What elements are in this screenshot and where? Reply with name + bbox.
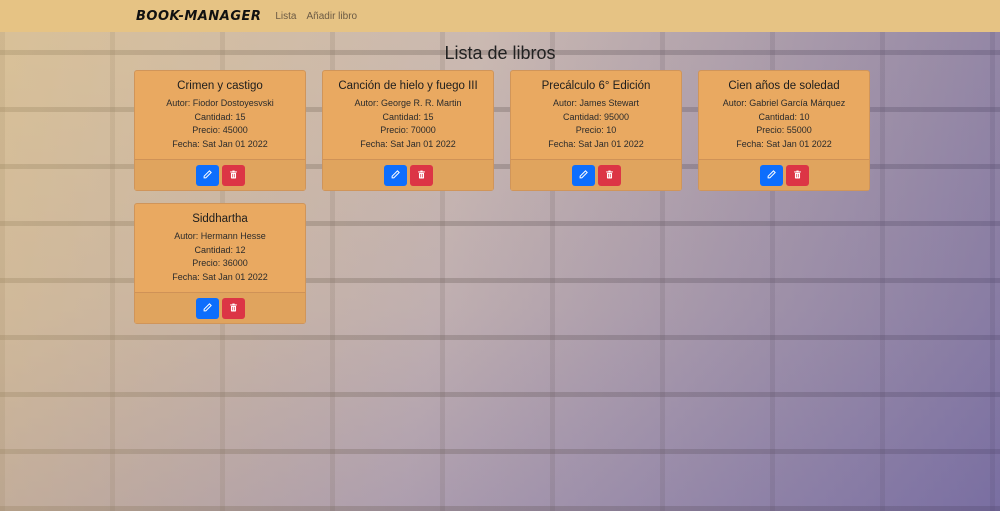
- book-author: Autor: Fiodor Dostoyesvski: [166, 98, 274, 108]
- page-title: Lista de libros: [444, 43, 556, 63]
- book-price: Precio: 45000: [192, 125, 248, 136]
- pencil-icon: [203, 299, 212, 317]
- card-actions: [699, 159, 869, 190]
- pencil-icon: [391, 166, 400, 184]
- book-author: Autor: Hermann Hesse: [174, 231, 266, 241]
- pencil-icon: [767, 166, 776, 184]
- book-quantity: Cantidad: 15: [194, 111, 246, 122]
- delete-button[interactable]: [785, 164, 809, 186]
- book-date: Fecha: Sat Jan 01 2022: [172, 271, 268, 282]
- book-quantity: Cantidad: 12: [194, 244, 246, 255]
- book-date: Fecha: Sat Jan 01 2022: [548, 138, 644, 149]
- book-card: Crimen y castigo Autor: Fiodor Dostoyesvs…: [134, 70, 306, 191]
- card-actions: [135, 292, 305, 323]
- delete-button[interactable]: [597, 164, 621, 186]
- book-author: Autor: George R. R. Martin: [354, 98, 462, 108]
- book-price: Precio: 70000: [380, 125, 436, 136]
- edit-button[interactable]: [571, 164, 595, 186]
- trash-icon: [417, 166, 426, 184]
- delete-button[interactable]: [409, 164, 433, 186]
- pencil-icon: [203, 166, 212, 184]
- edit-button[interactable]: [195, 297, 219, 319]
- brand-logo[interactable]: BOOK-MANAGER: [136, 9, 261, 24]
- book-author: Autor: Gabriel García Márquez: [722, 98, 846, 108]
- book-date: Fecha: Sat Jan 01 2022: [736, 138, 832, 149]
- book-quantity: Cantidad: 95000: [562, 111, 630, 122]
- book-quantity: Cantidad: 15: [382, 111, 434, 122]
- book-price: Precio: 10: [575, 125, 617, 136]
- book-title: Cien años de soledad: [728, 80, 840, 92]
- edit-button[interactable]: [383, 164, 407, 186]
- trash-icon: [229, 166, 238, 184]
- book-card: Precálculo 6° Edición Autor: James Stewar…: [510, 70, 682, 191]
- book-title: Crimen y castigo: [177, 80, 263, 92]
- card-actions: [323, 159, 493, 190]
- book-card: Canción de hielo y fuego III Autor: Georg…: [322, 70, 494, 191]
- delete-button[interactable]: [221, 164, 245, 186]
- book-author: Autor: James Stewart: [552, 98, 640, 108]
- book-title: Siddhartha: [192, 213, 248, 225]
- book-title: Precálculo 6° Edición: [541, 80, 651, 92]
- book-card: Cien años de soledad Autor: Gabriel Garcí…: [698, 70, 870, 191]
- nav-link-lista[interactable]: Lista: [275, 11, 296, 22]
- pencil-icon: [579, 166, 588, 184]
- card-actions: [135, 159, 305, 190]
- nav-link-add-book[interactable]: Añadir libro: [307, 11, 358, 22]
- edit-button[interactable]: [195, 164, 219, 186]
- book-price: Precio: 55000: [756, 125, 812, 136]
- delete-button[interactable]: [221, 297, 245, 319]
- navbar: BOOK-MANAGER Lista Añadir libro: [0, 0, 1000, 32]
- book-price: Precio: 36000: [192, 258, 248, 269]
- trash-icon: [229, 299, 238, 317]
- book-card: Siddhartha Autor: Hermann Hesse Cantidad: …: [134, 203, 306, 324]
- card-actions: [511, 159, 681, 190]
- book-date: Fecha: Sat Jan 01 2022: [360, 138, 456, 149]
- trash-icon: [605, 166, 614, 184]
- edit-button[interactable]: [759, 164, 783, 186]
- book-quantity: Cantidad: 10: [758, 111, 810, 122]
- book-title: Canción de hielo y fuego III: [338, 80, 478, 92]
- trash-icon: [793, 166, 802, 184]
- book-date: Fecha: Sat Jan 01 2022: [172, 138, 268, 149]
